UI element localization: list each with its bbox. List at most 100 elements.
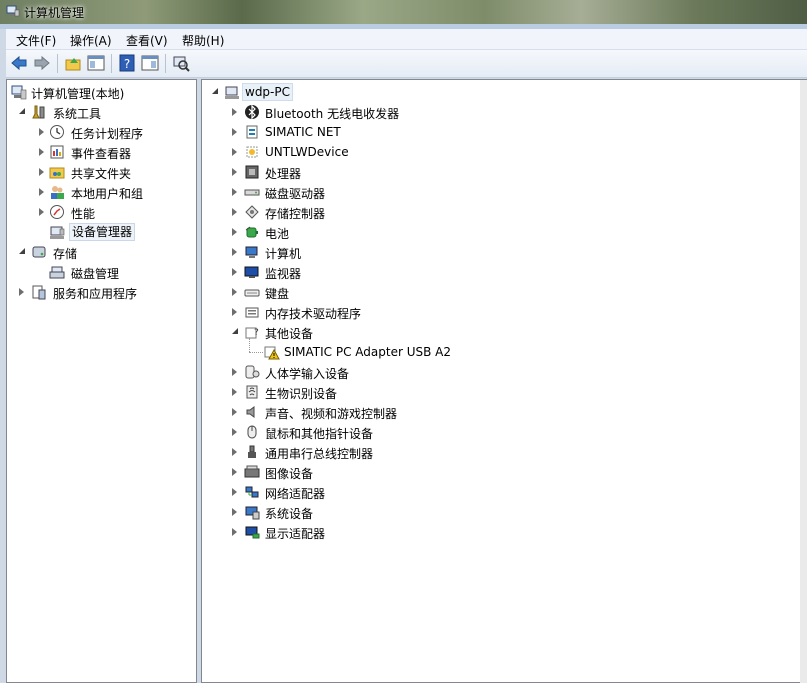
collapsed-arrow-icon[interactable]: [232, 268, 237, 276]
back-icon[interactable]: [10, 54, 28, 72]
expanded-arrow-icon[interactable]: [212, 88, 218, 94]
up-folder-icon[interactable]: [64, 54, 82, 72]
tree-label: 性能: [71, 207, 96, 221]
collapsed-arrow-icon[interactable]: [232, 108, 237, 116]
device-tree-pane[interactable]: wdp-PC Bluetooth 无线电收发器 SIMATIC NET UNTLWD…: [201, 79, 807, 683]
tree-label: 本地用户和组: [71, 187, 144, 201]
biometric-icon: [246, 385, 258, 399]
collapsed-arrow-icon[interactable]: [232, 408, 237, 416]
collapsed-arrow-icon[interactable]: [39, 148, 44, 156]
device-category-label: 其他设备: [265, 327, 314, 341]
computer-icon: [225, 86, 239, 99]
tree-label: 系统工具: [53, 107, 102, 121]
properties-icon[interactable]: [141, 54, 159, 72]
monitor-icon: [244, 266, 259, 278]
device-category-label: 存储控制器: [265, 207, 326, 221]
expanded-arrow-icon[interactable]: [19, 108, 25, 114]
collapsed-arrow-icon[interactable]: [232, 208, 237, 216]
tree-label: 任务计划程序: [71, 127, 144, 141]
collapsed-arrow-icon[interactable]: [232, 168, 237, 176]
help-icon[interactable]: ?: [118, 54, 136, 72]
device-category-label: 系统设备: [265, 507, 314, 521]
sound-icon: [246, 406, 255, 418]
svg-text:?: ?: [124, 57, 130, 71]
keyboard-icon: [244, 289, 260, 297]
computer-icon: [245, 246, 258, 258]
tree-label: 计算机管理(本地): [31, 87, 125, 101]
vertical-scrollbar[interactable]: [800, 80, 807, 683]
toolbar-separator: [57, 54, 58, 73]
expanded-arrow-icon[interactable]: [232, 328, 238, 334]
collapsed-arrow-icon[interactable]: [39, 188, 44, 196]
device-icon: [246, 146, 258, 158]
device-category-label: 通用串行总线控制器: [265, 447, 374, 461]
collapsed-arrow-icon[interactable]: [232, 248, 237, 256]
device-category-label: 图像设备: [265, 467, 314, 481]
performance-icon: [50, 205, 64, 219]
menu-file[interactable]: 文件(F): [16, 32, 56, 49]
collapsed-arrow-icon[interactable]: [232, 288, 237, 296]
toolbar-separator: [165, 54, 166, 73]
scan-hardware-icon[interactable]: [172, 54, 190, 72]
collapsed-arrow-icon[interactable]: [232, 188, 237, 196]
device-category-label: 计算机: [265, 247, 302, 261]
other-devices-icon: ?: [245, 327, 259, 339]
hid-icon: [245, 365, 260, 379]
device-category-label: 人体学输入设备: [265, 367, 350, 381]
warning-device-icon: [264, 346, 280, 360]
tree-connector-line: [249, 352, 263, 353]
device-category-label: 鼠标和其他指针设备: [265, 427, 374, 441]
tree-label: 事件查看器: [71, 147, 132, 161]
console-tree-pane[interactable]: 计算机管理(本地) 系统工具 任务计划程序 事件查看器 共享文件夹 本地用户和组…: [6, 79, 197, 683]
collapsed-arrow-icon[interactable]: [232, 508, 237, 516]
simatic-net-icon: [246, 125, 258, 139]
menu-bar: 文件(F) 操作(A) 查看(V) 帮助(H): [6, 29, 807, 50]
expanded-arrow-icon[interactable]: [19, 248, 25, 254]
tree-label: 磁盘管理: [71, 267, 120, 281]
memory-icon: [245, 307, 259, 318]
device-category-label: UNTLWDevice: [265, 145, 349, 159]
device-label: SIMATIC PC Adapter USB A2: [284, 345, 451, 359]
device-category-label: 声音、视频和游戏控制器: [265, 407, 398, 421]
collapsed-arrow-icon[interactable]: [232, 148, 237, 156]
collapsed-arrow-icon[interactable]: [39, 128, 44, 136]
storage-controller-icon: [245, 205, 259, 219]
disk-drive-icon: [244, 189, 260, 196]
collapsed-arrow-icon[interactable]: [232, 308, 237, 316]
collapsed-arrow-icon[interactable]: [232, 468, 237, 476]
tree-label: 存储: [53, 247, 78, 261]
mouse-icon: [247, 425, 257, 439]
collapsed-arrow-icon[interactable]: [39, 168, 44, 176]
device-category-label: SIMATIC NET: [265, 125, 341, 139]
collapsed-arrow-icon[interactable]: [232, 368, 237, 376]
device-category-label: 显示适配器: [265, 527, 326, 541]
menu-help[interactable]: 帮助(H): [182, 32, 224, 49]
imaging-icon: [244, 465, 260, 478]
device-category-label: 电池: [265, 227, 290, 241]
collapsed-arrow-icon[interactable]: [232, 128, 237, 136]
menu-action[interactable]: 操作(A): [70, 32, 112, 49]
collapsed-arrow-icon[interactable]: [232, 448, 237, 456]
collapsed-arrow-icon[interactable]: [232, 388, 237, 396]
collapsed-arrow-icon[interactable]: [232, 228, 237, 236]
forward-icon[interactable]: [33, 54, 51, 72]
computer-management-icon: [11, 85, 27, 100]
collapsed-arrow-icon[interactable]: [232, 428, 237, 436]
title-bar: 计算机管理: [0, 0, 807, 24]
processor-icon: [245, 165, 259, 179]
menu-view[interactable]: 查看(V): [126, 32, 168, 49]
tree-label: 设备管理器: [69, 223, 136, 241]
collapsed-arrow-icon[interactable]: [19, 288, 24, 296]
collapsed-arrow-icon[interactable]: [39, 208, 44, 216]
battery-icon: [245, 226, 258, 238]
collapsed-arrow-icon[interactable]: [232, 488, 237, 496]
device-category-label: 网络适配器: [265, 487, 326, 501]
tree-label: 服务和应用程序: [53, 287, 138, 301]
device-manager-icon: [50, 226, 65, 239]
show-hide-tree-icon[interactable]: [87, 54, 105, 72]
collapsed-arrow-icon[interactable]: [232, 528, 237, 536]
device-category-label: Bluetooth 无线电收发器: [265, 107, 400, 121]
device-category-label: 键盘: [265, 287, 290, 301]
device-root-label: wdp-PC: [242, 83, 293, 101]
svg-text:?: ?: [254, 328, 259, 338]
